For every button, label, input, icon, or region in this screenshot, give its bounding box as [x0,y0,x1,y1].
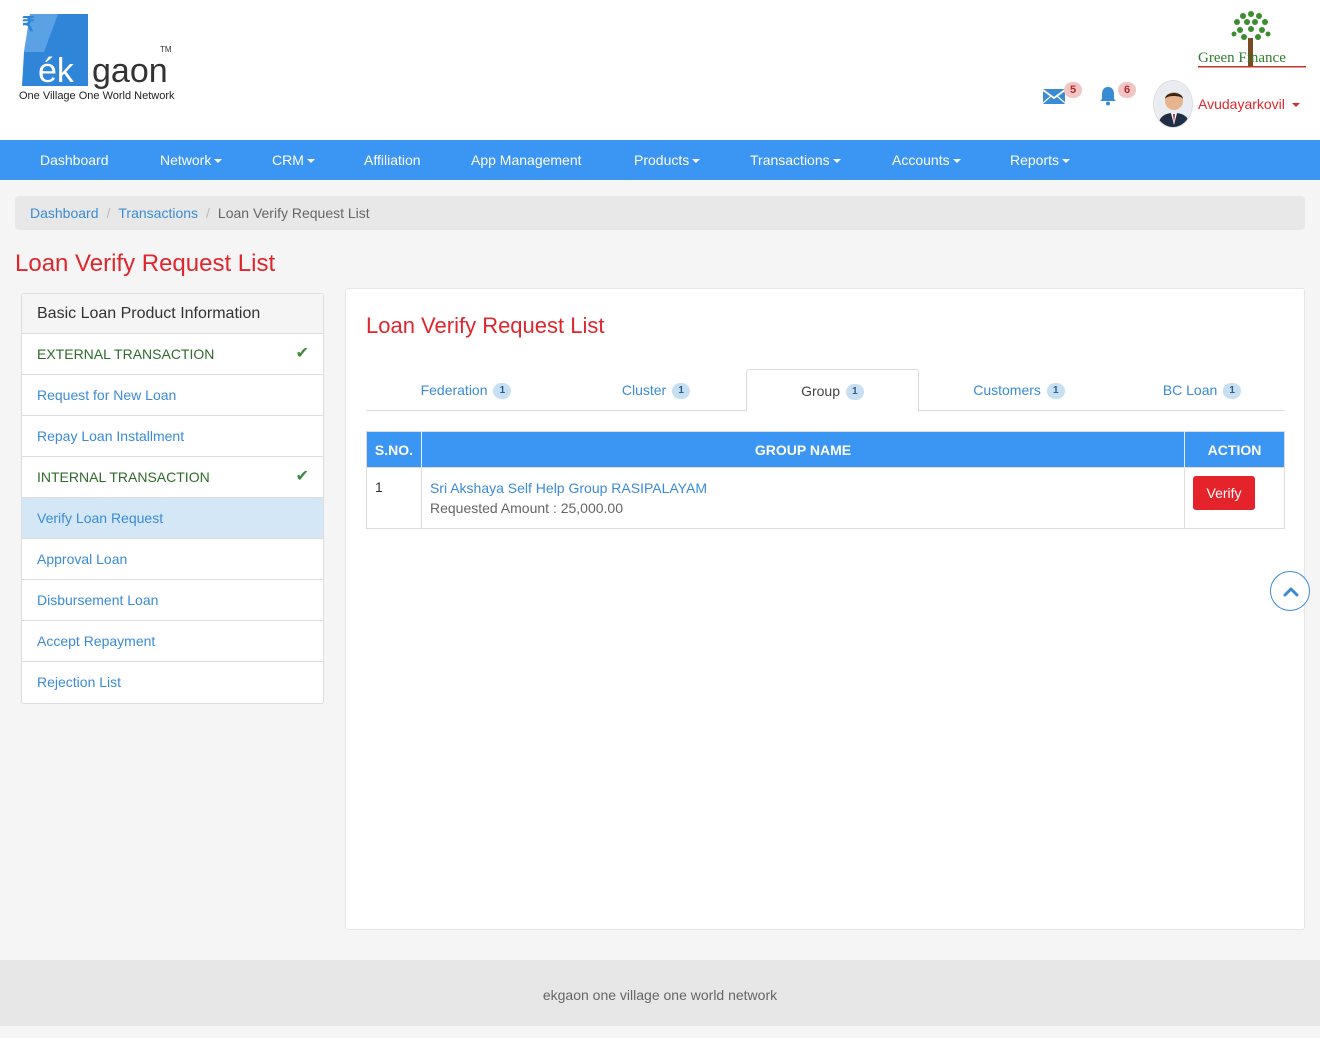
tab-count-badge: 1 [493,383,512,400]
logo-graphic: ₹ ék gaon TM [22,14,172,90]
tab-count-badge: 1 [672,383,691,400]
nav-network[interactable]: Network [160,140,223,180]
tab-cluster[interactable]: Cluster 1 [566,369,746,411]
check-icon: ✔ [295,468,309,485]
column-header-sno: S.NO. [366,431,422,468]
sidebar-item-accept-repayment[interactable]: Accept Repayment [22,621,323,662]
sidebar-item-rejection-list[interactable]: Rejection List [22,662,323,703]
footer-text: ekgaon one village one world network [542,987,778,1003]
column-header-action: ACTION [1184,431,1285,468]
sidebar-item-repay-loan-installment[interactable]: Repay Loan Installment [22,416,323,457]
cell-group-name: Sri Akshaya Self Help Group RASIPALAYAM … [420,467,1186,529]
panel-title: Loan Verify Request List [366,313,605,338]
page-title: Loan Verify Request List [15,250,276,277]
nav-reports[interactable]: Reports [1010,140,1071,180]
chevron-down-icon [692,159,701,164]
group-name-link[interactable]: Sri Akshaya Self Help Group RASIPALAYAM [430,478,1176,498]
svg-text:gaon: gaon [92,52,168,90]
mail-count-badge: 5 [1064,82,1082,98]
svg-text:TM: TM [160,45,172,54]
breadcrumb-separator: / [106,205,111,221]
bell-icon[interactable] [1099,86,1117,109]
tab-customers[interactable]: Customers 1 [919,369,1119,411]
check-icon: ✔ [295,345,309,362]
tab-group[interactable]: Group 1 [746,369,919,412]
footer: ekgaon one village one world network [0,960,1320,1026]
loan-verify-table: S.NO. GROUP NAME ACTION 1 Sri Akshaya Se… [366,431,1285,529]
user-menu[interactable]: Avudayarkovil [1198,96,1300,112]
cell-sno: 1 [366,467,422,529]
tab-count-badge: 1 [1046,383,1065,400]
tab-count-badge: 1 [845,384,864,401]
main-panel: Loan Verify Request List Federation 1 Cl… [345,288,1305,930]
chevron-down-icon [1062,159,1071,164]
nav-accounts[interactable]: Accounts [892,140,961,180]
cell-action: Verify [1184,467,1285,529]
nav-app-management[interactable]: App Management [471,140,582,180]
verify-button[interactable]: Verify [1193,476,1256,510]
sidebar-item-disbursement-loan[interactable]: Disbursement Loan [22,580,323,621]
nav-transactions[interactable]: Transactions [750,140,841,180]
nav-affiliation[interactable]: Affiliation [364,140,421,180]
sidebar: Basic Loan Product Information EXTERNAL … [21,293,324,704]
svg-text:₹: ₹ [22,14,35,36]
main-navbar: Dashboard Network CRM Affiliation App Ma… [0,140,1320,180]
nav-crm[interactable]: CRM [272,140,315,180]
column-header-group-name: GROUP NAME [421,431,1186,468]
notification-count-badge: 6 [1118,82,1136,98]
avatar[interactable] [1153,80,1193,128]
table-header-row: S.NO. GROUP NAME ACTION [366,431,1285,468]
chevron-up-icon [1283,587,1299,597]
breadcrumb: Dashboard / Transactions / Loan Verify Reque… [15,196,1305,230]
tab-count-badge: 1 [1223,383,1242,400]
sidebar-item-internal-transaction[interactable]: INTERNAL TRANSACTION ✔ [22,457,323,498]
table-row: 1 Sri Akshaya Self Help Group RASIPALAYA… [366,467,1285,529]
nav-products[interactable]: Products [634,140,701,180]
nav-dashboard[interactable]: Dashboard [40,140,109,180]
chevron-down-icon [306,159,315,164]
svg-text:ék: ék [38,52,75,90]
user-name: Avudayarkovil [1198,96,1285,112]
logo-tagline: One Village One World Network [19,90,175,102]
chevron-down-icon [214,159,223,164]
breadcrumb-separator: / [206,205,210,221]
entity-tabs: Federation 1 Cluster 1 Group 1 Customers… [366,369,1285,412]
sidebar-item-external-transaction[interactable]: EXTERNAL TRANSACTION ✔ [22,334,323,375]
breadcrumb-current: Loan Verify Request List [217,205,370,221]
tab-bc-loan[interactable]: BC Loan 1 [1119,369,1285,411]
envelope-icon[interactable] [1042,88,1066,108]
header: ₹ ék gaon TM One Village One World Netwo… [0,0,1320,140]
scroll-top-button[interactable] [1270,571,1310,611]
green-finance-label: Green Finance [1198,50,1286,66]
breadcrumb-transactions[interactable]: Transactions [118,205,198,221]
requested-amount: Requested Amount : 25,000.00 [429,500,624,516]
chevron-down-icon [832,159,841,164]
breadcrumb-dashboard[interactable]: Dashboard [30,205,99,221]
sidebar-item-verify-loan-request[interactable]: Verify Loan Request [22,498,323,539]
sidebar-item-approval-loan[interactable]: Approval Loan [22,539,323,580]
chevron-down-icon [1291,103,1300,108]
tab-federation[interactable]: Federation 1 [366,369,566,411]
sidebar-heading: Basic Loan Product Information [22,294,323,334]
chevron-down-icon [952,159,961,164]
sidebar-item-request-new-loan[interactable]: Request for New Loan [22,375,323,416]
